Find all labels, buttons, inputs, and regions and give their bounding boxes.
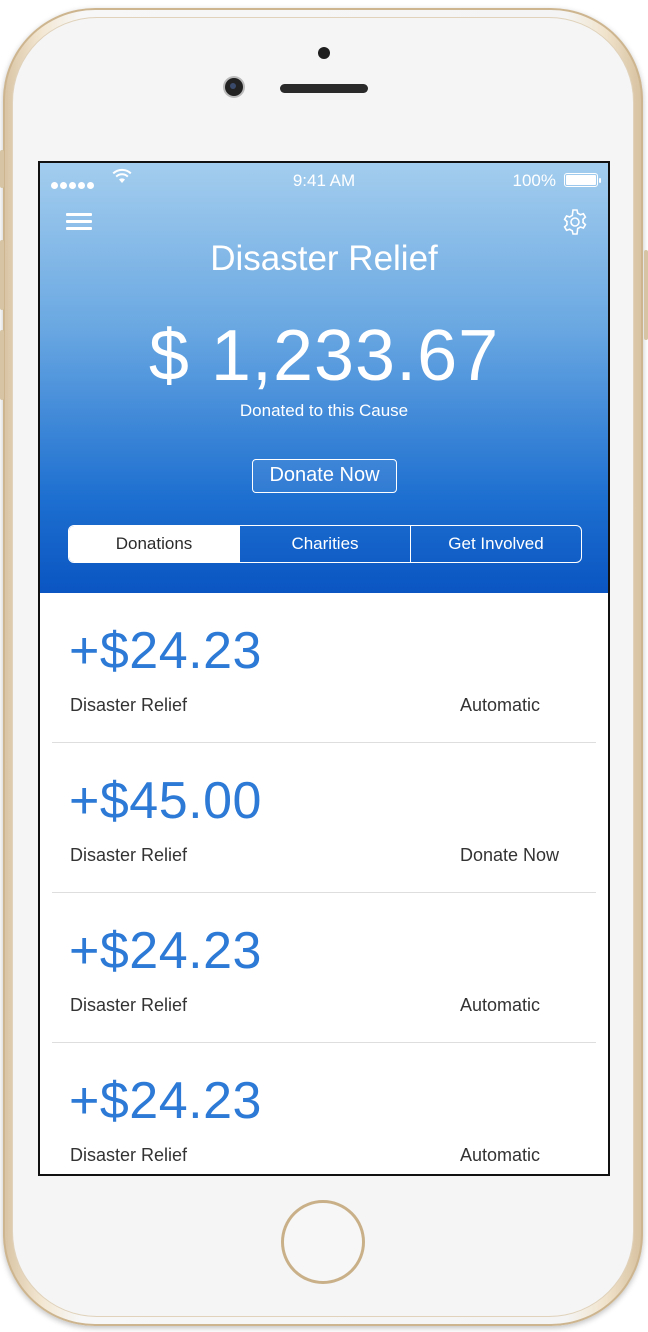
total-donated-caption: Donated to this Cause <box>239 401 409 420</box>
cause-header: 9:41 AM 100% Disaster Relief $ 1,233.67 … <box>40 163 608 593</box>
proximity-sensor <box>318 47 330 59</box>
battery-percentage: 100% <box>512 171 556 190</box>
gear-icon[interactable] <box>560 207 590 237</box>
battery-icon <box>564 173 601 187</box>
mute-switch <box>0 150 4 188</box>
donation-cause: Disaster Relief <box>70 845 188 865</box>
donation-cause: Disaster Relief <box>70 995 188 1015</box>
earpiece-speaker <box>280 84 368 93</box>
tab-get-involved[interactable]: Get Involved <box>410 526 581 562</box>
donation-amount: +$45.00 <box>69 772 262 830</box>
power-button <box>644 250 648 340</box>
donation-amount: +$24.23 <box>69 1072 262 1130</box>
home-button[interactable] <box>281 1200 365 1284</box>
status-bar: 9:41 AM 100% <box>40 163 608 197</box>
donation-type: Automatic <box>460 1145 541 1165</box>
volume-up-button <box>0 240 4 310</box>
screen: 9:41 AM 100% Disaster Relief $ 1,233.67 … <box>38 161 610 1176</box>
donation-list: +$24.23 Disaster Relief Automatic +$45.0… <box>40 593 608 1174</box>
tab-donations[interactable]: Donations <box>69 526 239 562</box>
tab-charities[interactable]: Charities <box>239 526 410 562</box>
donation-row[interactable]: +$24.23 Disaster Relief Automatic <box>52 593 596 743</box>
total-donated-amount: $ 1,233.67 <box>148 316 500 396</box>
donate-now-button[interactable]: Donate Now <box>252 459 397 493</box>
menu-icon[interactable] <box>66 213 92 233</box>
donation-type: Donate Now <box>460 845 560 865</box>
donation-amount: +$24.23 <box>69 622 262 680</box>
donation-cause: Disaster Relief <box>70 695 188 715</box>
donation-type: Automatic <box>460 695 541 715</box>
app-content: 9:41 AM 100% Disaster Relief $ 1,233.67 … <box>40 163 608 1174</box>
donation-type: Automatic <box>460 995 541 1015</box>
donation-cause: Disaster Relief <box>70 1145 188 1165</box>
donation-row[interactable]: +$24.23 Disaster Relief Automatic <box>52 1043 596 1174</box>
front-camera <box>225 78 243 96</box>
volume-down-button <box>0 330 4 400</box>
cause-title: Disaster Relief <box>210 239 438 278</box>
segmented-tabs: Donations Charities Get Involved <box>68 525 582 563</box>
donation-amount: +$24.23 <box>69 922 262 980</box>
donation-row[interactable]: +$24.23 Disaster Relief Automatic <box>52 893 596 1043</box>
donation-row[interactable]: +$45.00 Disaster Relief Donate Now <box>52 743 596 893</box>
